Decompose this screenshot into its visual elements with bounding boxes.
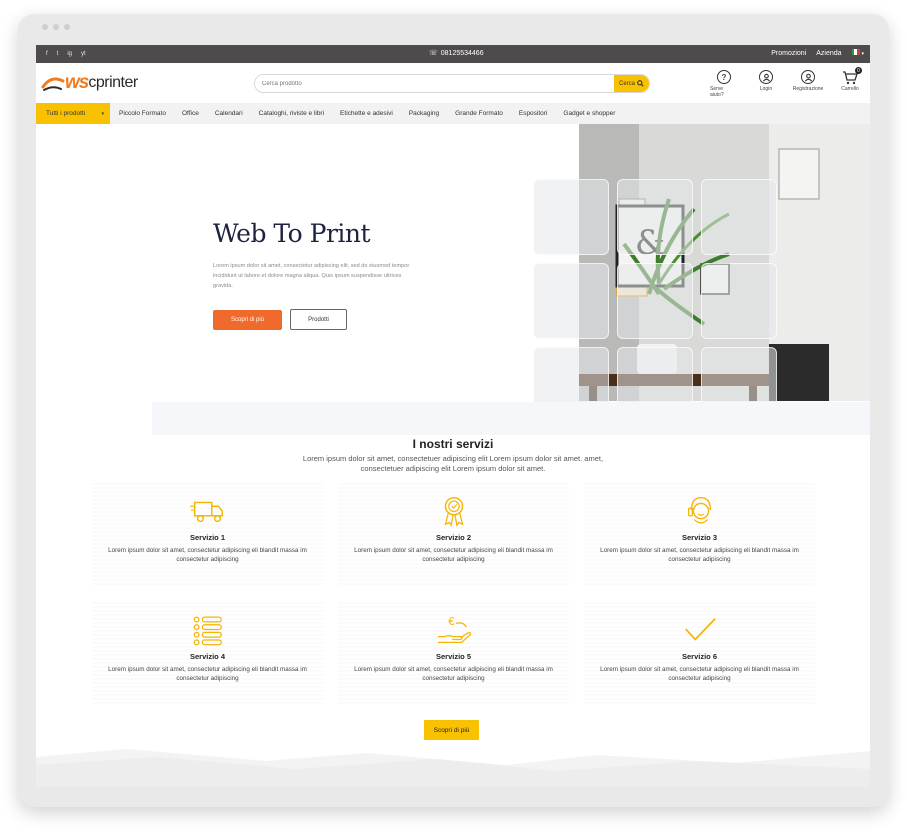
register-button[interactable]: Registrazione — [792, 70, 824, 98]
service-description: Lorem ipsum dolor sit amet, consectetur … — [354, 666, 553, 682]
support-icon — [687, 496, 711, 524]
nav-item-packaging[interactable]: Packaging — [401, 110, 447, 117]
service-title: Servizio 4 — [189, 652, 226, 661]
header: ws cprinter Cerca ? Serve aiuto? Login — [36, 63, 870, 103]
hero-tile — [533, 263, 609, 339]
phone-text: 08125534466 — [440, 49, 484, 57]
service-description: Lorem ipsum dolor sit amet, consectetur … — [600, 547, 799, 563]
service-title: Servizio 5 — [435, 652, 472, 661]
nav-item-cataloghi[interactable]: Cataloghi, riviste e libri — [251, 110, 332, 117]
hero-description: Lorem ipsum dolor sit amet, consectetur … — [213, 263, 410, 289]
twitter-icon[interactable]: t — [57, 51, 59, 57]
hero-tile — [533, 179, 609, 255]
instagram-icon[interactable]: ig — [67, 51, 72, 57]
facebook-icon[interactable]: f — [46, 51, 48, 57]
service-description: Lorem ipsum dolor sit amet, consectetur … — [354, 547, 553, 563]
search-button-label: Cerca — [618, 80, 635, 87]
service-title: Servizio 2 — [435, 533, 472, 542]
help-label: Serve aiuto? — [710, 86, 724, 98]
services-title: I nostri servizi — [412, 437, 494, 451]
nav-item-grande-formato[interactable]: Grande Formato — [447, 110, 511, 117]
hero: & Web To Print Lorem ipsum dolor sit ame… — [36, 124, 870, 435]
window-dots — [42, 24, 70, 30]
svg-text:€: € — [448, 616, 455, 628]
service-card[interactable]: € Servizio 5 Lorem ipsum dolor sit amet,… — [338, 601, 569, 704]
hero-bottom-band — [152, 402, 870, 435]
register-label: Registrazione — [792, 86, 824, 92]
hero-tile — [617, 263, 693, 339]
social-links: f t ig yt — [36, 51, 86, 57]
service-card[interactable]: Servizio 4 Lorem ipsum dolor sit amet, c… — [92, 601, 323, 704]
phone-number[interactable]: ☏ 08125534466 — [429, 49, 484, 58]
link-azienda[interactable]: Azienda — [816, 50, 841, 57]
service-card[interactable]: Servizio 6 Lorem ipsum dolor sit amet, c… — [584, 601, 815, 704]
service-description: Lorem ipsum dolor sit amet, consectetur … — [600, 666, 799, 682]
services-grid: Servizio 1 Lorem ipsum dolor sit amet, c… — [92, 482, 815, 704]
all-products-menu[interactable]: Tutti i prodotti ▾ — [36, 103, 110, 124]
service-title: Servizio 1 — [189, 533, 226, 542]
service-card[interactable]: Servizio 3 Lorem ipsum dolor sit amet, c… — [584, 482, 815, 585]
nav-item-piccolo-formato[interactable]: Piccolo Formato — [110, 110, 174, 117]
search-button[interactable]: Cerca — [614, 75, 649, 92]
hero-tile — [617, 179, 693, 255]
hero-tile-grid — [533, 179, 777, 423]
youtube-icon[interactable]: yt — [81, 51, 86, 57]
cart-button[interactable]: 0 Carrello — [836, 67, 864, 98]
service-title: Servizio 6 — [681, 652, 718, 661]
page: f t ig yt ☏ 08125534466 Promozioni Azien… — [36, 45, 870, 787]
login-button[interactable]: Login — [752, 70, 780, 98]
top-bar: f t ig yt ☏ 08125534466 Promozioni Azien… — [36, 45, 870, 63]
truck-icon — [189, 501, 223, 523]
caret-down-icon: ▾ — [101, 110, 104, 117]
service-card[interactable]: Servizio 2 Lorem ipsum dolor sit amet, c… — [338, 482, 569, 585]
services-more-button[interactable]: Scopri di più — [424, 720, 479, 740]
nav-item-office[interactable]: Office — [174, 110, 207, 117]
list-icon — [193, 616, 222, 646]
search-bar: Cerca — [254, 74, 650, 93]
user-add-icon — [801, 70, 815, 84]
logo-text: cprinter — [88, 74, 138, 91]
search-input[interactable] — [255, 75, 614, 92]
cart-label: Carrello — [841, 86, 859, 92]
award-icon — [444, 496, 463, 527]
help-button[interactable]: ? Serve aiuto? — [710, 70, 738, 98]
logo[interactable]: ws cprinter — [41, 72, 138, 94]
hero-tile — [701, 179, 777, 255]
logo-swoosh-icon — [41, 77, 65, 91]
hero-title: Web To Print — [213, 219, 371, 248]
user-icon — [759, 70, 773, 84]
hero-tile — [701, 263, 777, 339]
search-icon — [637, 80, 644, 87]
nav-item-espositori[interactable]: Espositori — [511, 110, 556, 117]
language-selector[interactable]: ▾ — [851, 49, 864, 57]
header-icons: ? Serve aiuto? Login Registrazione 0 Car… — [710, 67, 864, 98]
nav-item-calendari[interactable]: Calendari — [207, 110, 251, 117]
service-title: Servizio 3 — [681, 533, 718, 542]
chevron-down-icon: ▾ — [861, 51, 864, 57]
footer-wave — [36, 749, 870, 787]
link-promozioni[interactable]: Promozioni — [771, 50, 806, 57]
service-description: Lorem ipsum dolor sit amet, consectetur … — [108, 547, 307, 563]
italy-flag-icon — [851, 49, 860, 55]
service-description: Lorem ipsum dolor sit amet, consectetur … — [108, 666, 307, 682]
services-subtitle: Lorem ipsum dolor sit amet, consectetuer… — [302, 454, 604, 473]
login-label: Login — [759, 86, 773, 92]
discover-more-button[interactable]: Scopri di più — [213, 310, 282, 330]
check-icon — [684, 618, 716, 641]
service-card[interactable]: Servizio 1 Lorem ipsum dolor sit amet, c… — [92, 482, 323, 585]
logo-mark: ws — [65, 72, 89, 93]
cart-badge: 0 — [855, 67, 862, 74]
euro-hand-icon: € — [437, 616, 471, 643]
services-header: I nostri servizi Lorem ipsum dolor sit a… — [36, 437, 870, 474]
help-icon: ? — [717, 70, 731, 84]
nav-item-etichette[interactable]: Etichette e adesivi — [332, 110, 401, 117]
category-nav: Tutti i prodotti ▾ Piccolo Formato Offic… — [36, 103, 870, 124]
phone-icon: ☏ — [429, 50, 438, 57]
all-products-label: Tutti i prodotti — [46, 110, 86, 117]
nav-item-gadget[interactable]: Gadget e shopper — [555, 110, 623, 117]
products-button[interactable]: Prodotti — [290, 309, 347, 330]
